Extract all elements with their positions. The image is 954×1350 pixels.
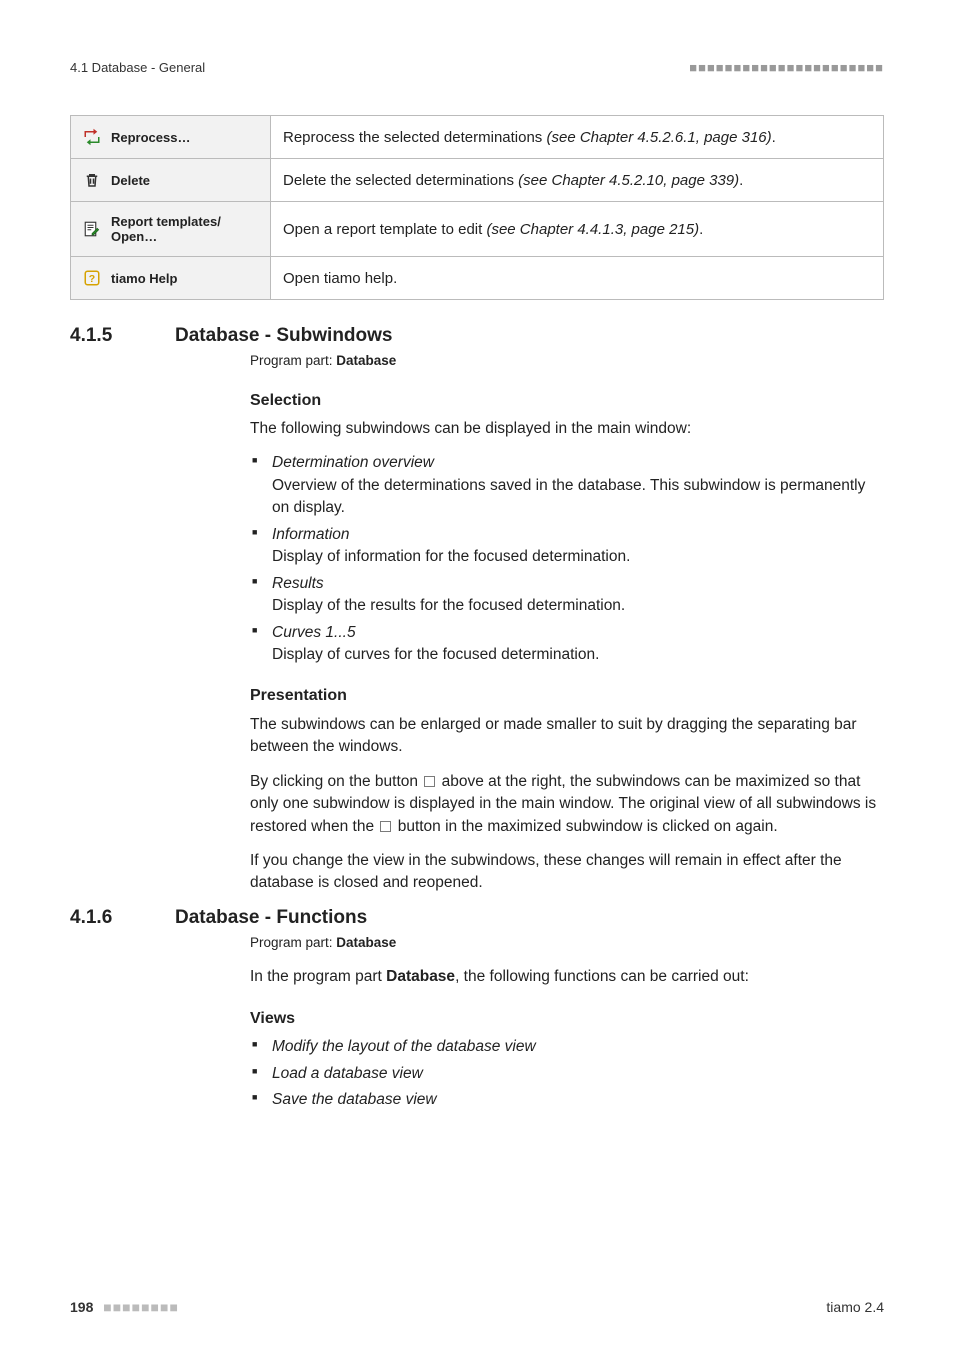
cmd-label: Delete bbox=[111, 173, 150, 188]
maximize-icon bbox=[424, 776, 435, 787]
text: Program part: bbox=[250, 353, 336, 368]
section-body-415: Program part: Database Selection The fol… bbox=[250, 351, 884, 895]
list-item-title: Save the database view bbox=[272, 1091, 437, 1108]
page-number: 198 bbox=[70, 1299, 93, 1315]
list-item: Curves 1...5 Display of curves for the f… bbox=[272, 622, 884, 667]
section-title: Database - Subwindows bbox=[175, 325, 392, 347]
text-emph: (see Chapter 4.4.1.3, page 215) bbox=[486, 221, 699, 238]
table-row: Report templates/ Open… Open a report te… bbox=[71, 202, 884, 257]
command-table: Reprocess… Reprocess the selected determ… bbox=[70, 115, 884, 300]
program-part-line: Program part: Database bbox=[250, 351, 884, 371]
help-icon: ? bbox=[83, 269, 101, 287]
paragraph: The subwindows can be enlarged or made s… bbox=[250, 714, 884, 759]
list-item-title: Information bbox=[272, 526, 350, 543]
section-number: 4.1.6 bbox=[70, 907, 125, 929]
header-dots: ■■■■■■■■■■■■■■■■■■■■■■ bbox=[689, 60, 884, 75]
text: Open tiamo help. bbox=[283, 270, 397, 287]
paragraph: By clicking on the button above at the r… bbox=[250, 771, 884, 838]
footer-dots: ■■■■■■■■ bbox=[103, 1299, 179, 1315]
text-bold: Database bbox=[336, 353, 396, 368]
table-row: Delete Delete the selected determination… bbox=[71, 159, 884, 202]
cmd-desc-report: Open a report template to edit (see Chap… bbox=[271, 202, 884, 257]
cmd-desc-help: Open tiamo help. bbox=[271, 257, 884, 300]
cmd-label: Reprocess… bbox=[111, 130, 190, 145]
list-item: Save the database view bbox=[272, 1089, 884, 1111]
text: . bbox=[739, 172, 743, 189]
page: 4.1 Database - General ■■■■■■■■■■■■■■■■■… bbox=[0, 0, 954, 1350]
text-bold: Database bbox=[336, 935, 396, 950]
subwindow-list: Determination overview Overview of the d… bbox=[250, 452, 884, 666]
cmd-cell-reprocess: Reprocess… bbox=[71, 116, 271, 159]
section-heading-415: 4.1.5 Database - Subwindows bbox=[70, 325, 884, 347]
cmd-desc-reprocess: Reprocess the selected determinations (s… bbox=[271, 116, 884, 159]
cmd-label: Report templates/ Open… bbox=[111, 214, 221, 244]
list-item-desc: Display of curves for the focused determ… bbox=[272, 646, 599, 663]
text: , the following functions can be carried… bbox=[455, 968, 749, 985]
trash-icon bbox=[83, 171, 101, 189]
restore-icon bbox=[380, 821, 391, 832]
text: button in the maximized subwindow is cli… bbox=[393, 818, 777, 835]
cmd-cell-help: ? tiamo Help bbox=[71, 257, 271, 300]
views-list: Modify the layout of the database view L… bbox=[250, 1036, 884, 1111]
text: In the program part bbox=[250, 968, 386, 985]
cmd-cell-report: Report templates/ Open… bbox=[71, 202, 271, 257]
subheading-presentation: Presentation bbox=[250, 684, 884, 707]
cmd-cell-delete: Delete bbox=[71, 159, 271, 202]
list-item: Information Display of information for t… bbox=[272, 524, 884, 569]
text-bold: Database bbox=[386, 968, 455, 985]
table-row: ? tiamo Help Open tiamo help. bbox=[71, 257, 884, 300]
list-item-desc: Display of information for the focused d… bbox=[272, 548, 630, 565]
reprocess-icon bbox=[83, 128, 101, 146]
text: Delete the selected determinations bbox=[283, 172, 518, 189]
section-number: 4.1.5 bbox=[70, 325, 125, 347]
subheading-views: Views bbox=[250, 1007, 884, 1030]
list-item: Results Display of the results for the f… bbox=[272, 573, 884, 618]
list-item-title: Load a database view bbox=[272, 1065, 423, 1082]
paragraph: If you change the view in the subwindows… bbox=[250, 850, 884, 895]
text: By clicking on the button bbox=[250, 773, 422, 790]
list-item-title: Determination overview bbox=[272, 454, 434, 471]
text: Reprocess the selected determinations bbox=[283, 129, 546, 146]
paragraph: In the program part Database, the follow… bbox=[250, 966, 884, 988]
section-body-416: Program part: Database In the program pa… bbox=[250, 933, 884, 1112]
running-header: 4.1 Database - General ■■■■■■■■■■■■■■■■■… bbox=[70, 60, 884, 75]
list-item-title: Modify the layout of the database view bbox=[272, 1038, 536, 1055]
table-row: Reprocess… Reprocess the selected determ… bbox=[71, 116, 884, 159]
program-part-line: Program part: Database bbox=[250, 933, 884, 953]
list-item: Determination overview Overview of the d… bbox=[272, 452, 884, 519]
text-emph: (see Chapter 4.5.2.6.1, page 316) bbox=[546, 129, 771, 146]
text: Open a report template to edit bbox=[283, 221, 486, 238]
page-footer: 198 ■■■■■■■■ tiamo 2.4 bbox=[70, 1299, 884, 1315]
list-item-title: Curves 1...5 bbox=[272, 624, 356, 641]
list-item-desc: Display of the results for the focused d… bbox=[272, 597, 625, 614]
svg-text:?: ? bbox=[89, 273, 95, 285]
text: . bbox=[772, 129, 776, 146]
text-emph: (see Chapter 4.5.2.10, page 339) bbox=[518, 172, 739, 189]
header-left: 4.1 Database - General bbox=[70, 60, 205, 75]
report-edit-icon bbox=[83, 220, 101, 238]
text: Program part: bbox=[250, 935, 336, 950]
footer-right: tiamo 2.4 bbox=[826, 1299, 884, 1315]
list-item: Load a database view bbox=[272, 1063, 884, 1085]
page-number-block: 198 ■■■■■■■■ bbox=[70, 1299, 179, 1315]
cmd-desc-delete: Delete the selected determinations (see … bbox=[271, 159, 884, 202]
list-item: Modify the layout of the database view bbox=[272, 1036, 884, 1058]
subheading-selection: Selection bbox=[250, 389, 884, 412]
list-item-title: Results bbox=[272, 575, 324, 592]
cmd-label: tiamo Help bbox=[111, 271, 177, 286]
text: . bbox=[699, 221, 703, 238]
section-heading-416: 4.1.6 Database - Functions bbox=[70, 907, 884, 929]
list-item-desc: Overview of the determinations saved in … bbox=[272, 477, 865, 516]
section-title: Database - Functions bbox=[175, 907, 367, 929]
paragraph: The following subwindows can be displaye… bbox=[250, 418, 884, 440]
